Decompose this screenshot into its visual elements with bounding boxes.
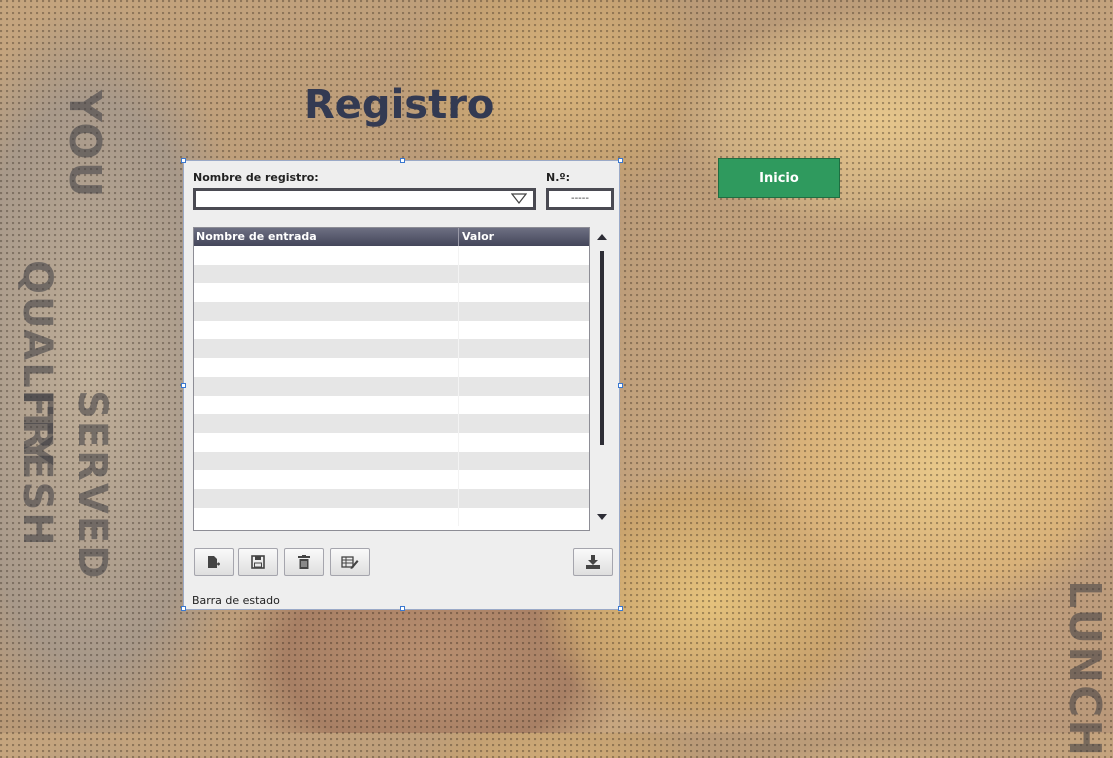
page-title: Registro [304, 82, 495, 128]
cell-entry-name[interactable] [194, 395, 459, 415]
table-row[interactable] [194, 358, 589, 377]
vertical-scrollbar[interactable] [594, 231, 610, 531]
export-button[interactable] [573, 548, 613, 576]
entries-table[interactable]: Nombre de entrada Valor [193, 227, 590, 531]
cell-entry-name[interactable] [194, 339, 459, 359]
background-text: SERVED [69, 390, 115, 581]
cell-entry-name[interactable] [194, 470, 459, 489]
cell-entry-name[interactable] [194, 451, 459, 471]
table-row[interactable] [194, 470, 589, 489]
scroll-down-icon[interactable] [597, 513, 607, 521]
registry-name-label: Nombre de registro: [193, 171, 319, 184]
save-icon [251, 555, 265, 569]
cell-entry-name[interactable] [194, 488, 459, 508]
resize-handle[interactable] [181, 158, 186, 163]
cell-entry-name[interactable] [194, 283, 459, 303]
delete-button[interactable] [284, 548, 324, 576]
table-row[interactable] [194, 395, 589, 415]
registry-name-dropdown[interactable] [193, 188, 536, 210]
cell-entry-name[interactable] [194, 302, 459, 321]
resize-handle[interactable] [618, 158, 623, 163]
background-text: YOU [59, 90, 110, 200]
column-header-value[interactable]: Valor [459, 228, 589, 246]
resize-handle[interactable] [400, 158, 405, 163]
table-row[interactable] [194, 320, 589, 340]
start-button[interactable]: Inicio [718, 158, 840, 198]
cell-entry-name[interactable] [194, 320, 459, 340]
save-button[interactable] [238, 548, 278, 576]
table-row[interactable] [194, 451, 589, 471]
cell-entry-name[interactable] [194, 358, 459, 377]
cell-entry-name[interactable] [194, 507, 459, 527]
scroll-up-icon[interactable] [597, 233, 607, 241]
background-text: FRESH [14, 390, 60, 548]
cell-entry-name[interactable] [194, 246, 459, 265]
cell-entry-name[interactable] [194, 414, 459, 433]
resize-handle[interactable] [181, 383, 186, 388]
edit-table-button[interactable] [330, 548, 370, 576]
new-entry-button[interactable] [194, 548, 234, 576]
table-header: Nombre de entrada Valor [194, 228, 589, 246]
table-row[interactable] [194, 414, 589, 433]
table-row[interactable] [194, 302, 589, 321]
download-icon [586, 555, 600, 569]
cell-entry-name[interactable] [194, 264, 459, 284]
background-text: LUNCH [1059, 580, 1110, 758]
registry-panel: Nombre de registro: N.º: ----- Nombre de… [181, 158, 623, 611]
cell-entry-name[interactable] [194, 432, 459, 452]
number-field[interactable]: ----- [546, 188, 614, 210]
number-label: N.º: [546, 171, 570, 184]
scrollbar-thumb[interactable] [600, 251, 604, 445]
table-row[interactable] [194, 376, 589, 396]
status-bar: Barra de estado [192, 594, 280, 607]
table-row[interactable] [194, 488, 589, 508]
new-entry-icon [208, 556, 220, 568]
table-row[interactable] [194, 339, 589, 359]
table-body [194, 246, 589, 527]
resize-handle[interactable] [618, 383, 623, 388]
table-row[interactable] [194, 246, 589, 265]
trash-icon [298, 555, 310, 569]
chevron-down-icon [511, 193, 527, 204]
resize-handle[interactable] [400, 606, 405, 611]
cell-entry-name[interactable] [194, 376, 459, 396]
table-row[interactable] [194, 507, 589, 527]
resize-handle[interactable] [181, 606, 186, 611]
resize-handle[interactable] [618, 606, 623, 611]
table-row[interactable] [194, 264, 589, 284]
column-header-name[interactable]: Nombre de entrada [194, 228, 459, 246]
table-row[interactable] [194, 432, 589, 452]
table-row[interactable] [194, 283, 589, 303]
edit-table-icon [341, 556, 359, 569]
